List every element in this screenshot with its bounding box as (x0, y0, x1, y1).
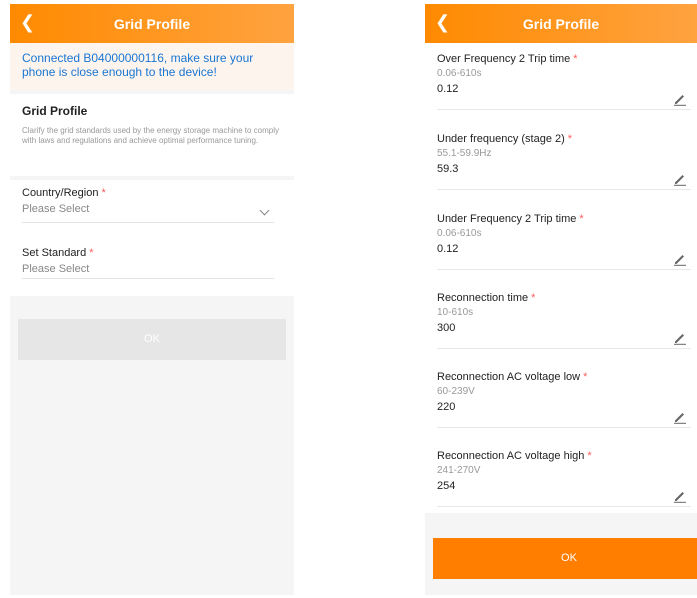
intro-card: Grid Profile Clarify the grid standards … (10, 94, 294, 176)
country-label-text: Country/Region (22, 187, 99, 199)
parameter-range: 0.06-610s (437, 68, 482, 79)
parameter-field[interactable]: Over Frequency 2 Trip time * 0.06-610s 0.12 (437, 52, 691, 110)
country-select[interactable]: Country/Region * Please Select (22, 186, 274, 223)
country-value: Please Select (22, 203, 90, 215)
parameter-field[interactable]: Under Frequency 2 Trip time * 0.06-610s 0.1… (437, 212, 691, 270)
parameter-value[interactable]: 300 (437, 321, 691, 335)
parameter-label-text: Under Frequency 2 Trip time (437, 213, 577, 225)
parameter-label: Reconnection AC voltage high * (437, 449, 691, 463)
standard-select[interactable]: Set Standard * Please Select (22, 246, 274, 279)
parameter-range: 55.1-59.9Hz (437, 148, 492, 159)
parameter-value[interactable]: 0.12 (437, 82, 691, 96)
ok-button[interactable]: OK (433, 538, 697, 579)
parameter-value[interactable]: 220 (437, 400, 691, 414)
section-title: Grid Profile (22, 104, 88, 118)
grid-parameter-list: Over Frequency 2 Trip time * 0.06-610s 0.12… (425, 43, 697, 513)
required-asterisk: * (101, 187, 106, 199)
parameter-value[interactable]: 59.3 (437, 162, 691, 176)
edit-pencil-icon[interactable] (673, 252, 687, 266)
parameter-value[interactable]: 254 (437, 479, 691, 493)
connection-banner: Connected B04000000116, make sure your p… (10, 43, 294, 90)
standard-label-text: Set Standard (22, 247, 87, 259)
edit-pencil-icon[interactable] (673, 172, 687, 186)
required-asterisk: * (583, 371, 588, 383)
selection-card: Country/Region * Please Select Set Standa… (10, 180, 294, 296)
parameter-field[interactable]: Under frequency (stage 2) * 55.1-59.9Hz 59.… (437, 132, 691, 190)
required-asterisk: * (573, 53, 578, 65)
edit-pencil-icon[interactable] (673, 92, 687, 106)
parameter-label: Over Frequency 2 Trip time * (437, 52, 691, 66)
country-label: Country/Region * (22, 186, 274, 200)
parameter-field[interactable]: Reconnection AC voltage high * 241-270V 254 (437, 449, 691, 507)
standard-label: Set Standard * (22, 246, 274, 260)
parameter-range: 10-610s (437, 307, 474, 318)
parameter-label-text: Reconnection AC voltage low (437, 371, 581, 383)
page-title: Grid Profile (522, 16, 600, 32)
page-title: Grid Profile (113, 16, 191, 32)
required-asterisk: * (587, 450, 592, 462)
app-header: ❮ Grid Profile (10, 4, 294, 43)
required-asterisk: * (531, 292, 536, 304)
parameter-label: Under Frequency 2 Trip time * (437, 212, 691, 226)
parameter-range: 241-270V (437, 465, 481, 476)
ok-button[interactable]: OK (18, 319, 286, 360)
parameter-label-text: Reconnection time (437, 292, 529, 304)
required-asterisk: * (567, 133, 573, 145)
parameter-label-text: Over Frequency 2 Trip time (437, 53, 571, 65)
left-screen: ❮ Grid Profile Connected B04000000116, m… (10, 4, 294, 595)
parameter-label-text: Reconnection AC voltage high (437, 450, 585, 462)
edit-pencil-icon[interactable] (673, 331, 687, 345)
parameter-label: Reconnection time * (437, 291, 691, 305)
parameter-field[interactable]: Reconnection time * 10-610s 300 (437, 291, 691, 349)
edit-pencil-icon[interactable] (673, 410, 687, 424)
required-asterisk: * (579, 213, 584, 225)
parameter-range: 60-239V (437, 386, 475, 397)
parameter-value[interactable]: 0.12 (437, 242, 691, 256)
section-description: Clarify the grid standards used by the e… (22, 126, 280, 145)
parameter-label-text: Under frequency (stage 2) (437, 133, 565, 145)
parameter-range: 0.06-610s (437, 228, 482, 239)
parameter-field[interactable]: Reconnection AC voltage low * 60-239V 220 (437, 370, 691, 428)
required-asterisk: * (89, 247, 94, 259)
parameter-label: Under frequency (stage 2) * (437, 132, 691, 146)
parameter-label: Reconnection AC voltage low * (437, 370, 691, 384)
edit-pencil-icon[interactable] (673, 489, 687, 503)
right-screen: ❮ Grid Profile Over Frequency 2 Trip tim… (425, 4, 697, 595)
app-header: ❮ Grid Profile (425, 4, 697, 43)
standard-value: Please Select (22, 263, 90, 275)
